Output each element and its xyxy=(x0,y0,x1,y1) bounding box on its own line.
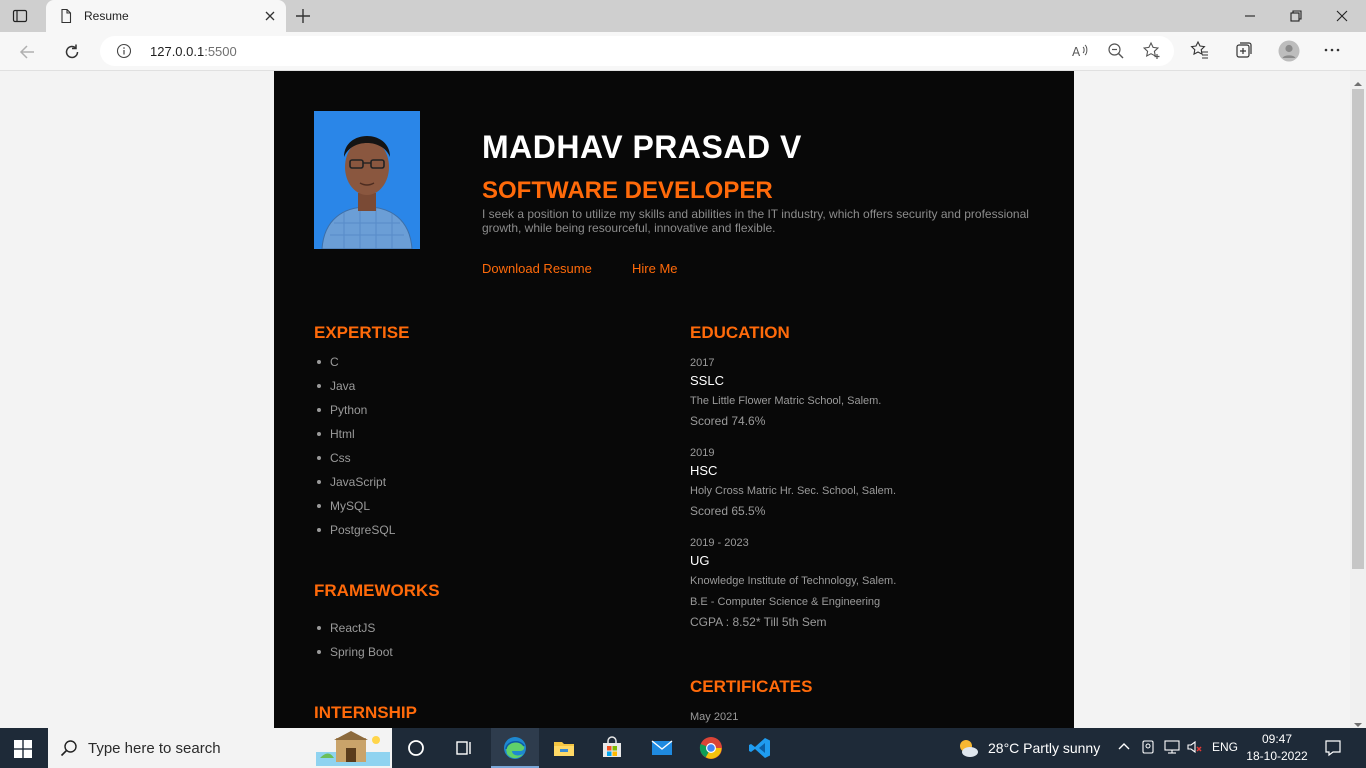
cortana-icon[interactable] xyxy=(404,736,428,760)
internship-heading: INTERNSHIP xyxy=(314,703,417,722)
list-item: Html xyxy=(314,427,395,451)
scroll-thumb[interactable] xyxy=(1352,89,1364,569)
task-view-icon[interactable] xyxy=(452,736,476,760)
volume-muted-icon[interactable] xyxy=(1186,739,1202,755)
chrome-icon[interactable] xyxy=(699,736,723,760)
profile-avatar-icon[interactable] xyxy=(1278,40,1300,62)
close-icon[interactable] xyxy=(262,8,278,24)
tab-title: Resume xyxy=(84,9,129,23)
education-year: 2017 xyxy=(690,357,715,369)
address-toolbar: 127.0.0.1:5500 A xyxy=(0,32,1366,71)
list-item: JavaScript xyxy=(314,475,395,499)
certificate-date: May 2021 xyxy=(690,711,739,723)
meet-now-icon[interactable] xyxy=(1140,739,1156,755)
collections-icon[interactable] xyxy=(1234,40,1254,62)
minimize-icon[interactable] xyxy=(1242,8,1258,24)
education-degree: SSLC xyxy=(690,373,724,388)
list-item: C xyxy=(314,355,395,379)
window-close-icon[interactable] xyxy=(1334,8,1350,24)
certificates-heading: CERTIFICATES xyxy=(690,677,813,696)
microsoft-store-icon[interactable] xyxy=(600,736,624,760)
search-icon xyxy=(60,739,78,757)
network-icon[interactable] xyxy=(1164,739,1180,755)
tab-resume[interactable]: Resume xyxy=(46,0,286,32)
clock-time: 09:47 xyxy=(1261,732,1293,746)
weather-partly-sunny-icon[interactable] xyxy=(956,736,980,760)
person-name: MADHAV PRASAD V xyxy=(482,129,802,165)
frameworks-list: ReactJS Spring Boot xyxy=(314,621,393,669)
taskbar-search-box[interactable]: Type here to search xyxy=(48,728,392,768)
resume-card: MADHAV PRASAD V SOFTWARE DEVELOPER I see… xyxy=(274,71,1074,728)
mail-icon[interactable] xyxy=(650,736,674,760)
zoom-out-icon[interactable] xyxy=(1106,41,1126,61)
expertise-list: C Java Python Html Css JavaScript MySQL … xyxy=(314,355,395,547)
weather-text[interactable]: 28°C Partly sunny xyxy=(988,740,1100,756)
list-item: Css xyxy=(314,451,395,475)
back-icon[interactable] xyxy=(18,42,38,62)
new-tab-icon[interactable] xyxy=(294,7,312,25)
windows-start-icon[interactable] xyxy=(14,740,32,758)
search-placeholder: Type here to search xyxy=(88,740,221,757)
education-score: Scored 65.5% xyxy=(690,504,766,518)
education-year: 2019 xyxy=(690,447,715,459)
page-viewport: MADHAV PRASAD V SOFTWARE DEVELOPER I see… xyxy=(0,71,1350,728)
education-entry-ug: 2019 - 2023 UG Knowledge Institute of Te… xyxy=(690,537,896,644)
clock-date: 18-10-2022 xyxy=(1246,749,1308,763)
education-course: B.E - Computer Science & Engineering xyxy=(690,596,881,608)
page-icon xyxy=(58,8,74,24)
education-entry-hsc: 2019 HSC Holy Cross Matric Hr. Sec. Scho… xyxy=(690,447,896,533)
chevron-up-icon[interactable] xyxy=(1116,739,1132,755)
url-text[interactable]: 127.0.0.1:5500 xyxy=(150,44,237,59)
vscode-icon[interactable] xyxy=(748,736,772,760)
list-item: Java xyxy=(314,379,395,403)
list-item: MySQL xyxy=(314,499,395,523)
profile-photo xyxy=(314,111,420,249)
page-scrollbar[interactable] xyxy=(1350,71,1366,728)
restore-icon[interactable] xyxy=(1288,8,1304,24)
list-item: Spring Boot xyxy=(314,645,393,669)
education-entry-sslc: 2017 SSLC The Little Flower Matric Schoo… xyxy=(690,357,881,443)
frameworks-heading: FRAMEWORKS xyxy=(314,581,440,600)
refresh-icon[interactable] xyxy=(62,42,82,62)
search-highlight-illustration xyxy=(316,730,390,766)
read-aloud-icon[interactable]: A xyxy=(1070,41,1090,61)
hire-me-link[interactable]: Hire Me xyxy=(632,261,678,276)
list-item: ReactJS xyxy=(314,621,393,645)
address-bar[interactable]: 127.0.0.1:5500 A xyxy=(100,36,1174,66)
education-school: The Little Flower Matric School, Salem. xyxy=(690,395,882,407)
education-degree: UG xyxy=(690,553,710,568)
list-item: Python xyxy=(314,403,395,427)
title-bar: Resume xyxy=(0,0,1366,32)
taskbar-clock[interactable]: 09:47 18-10-2022 xyxy=(1244,731,1310,765)
windows-taskbar: Type here to search 28°C Partly sunny EN… xyxy=(0,728,1366,768)
language-indicator[interactable]: ENG xyxy=(1212,740,1238,754)
site-info-icon[interactable] xyxy=(116,43,132,59)
education-degree: HSC xyxy=(690,463,718,478)
job-title: SOFTWARE DEVELOPER xyxy=(482,177,773,204)
expertise-heading: EXPERTISE xyxy=(314,323,410,342)
education-year: 2019 - 2023 xyxy=(690,537,749,549)
tab-actions-icon[interactable] xyxy=(12,8,28,24)
education-heading: EDUCATION xyxy=(690,323,790,342)
scroll-down-icon[interactable] xyxy=(1354,716,1362,727)
education-score: Scored 74.6% xyxy=(690,414,766,428)
svg-text:A: A xyxy=(1072,45,1081,59)
download-resume-link[interactable]: Download Resume xyxy=(482,261,592,276)
scroll-up-icon[interactable] xyxy=(1354,75,1362,86)
edge-browser-icon[interactable] xyxy=(503,736,527,760)
file-explorer-icon[interactable] xyxy=(552,736,576,760)
more-options-icon[interactable] xyxy=(1322,40,1342,62)
education-school: Knowledge Institute of Technology, Salem… xyxy=(690,575,897,587)
favorites-icon[interactable] xyxy=(1190,40,1210,62)
list-item: PostgreSQL xyxy=(314,523,395,547)
notification-icon[interactable] xyxy=(1324,739,1342,757)
add-favorite-icon[interactable] xyxy=(1142,41,1162,61)
education-score: CGPA : 8.52* Till 5th Sem xyxy=(690,615,827,629)
career-objective: I seek a position to utilize my skills a… xyxy=(482,207,1029,235)
education-school: Holy Cross Matric Hr. Sec. School, Salem… xyxy=(690,485,897,497)
